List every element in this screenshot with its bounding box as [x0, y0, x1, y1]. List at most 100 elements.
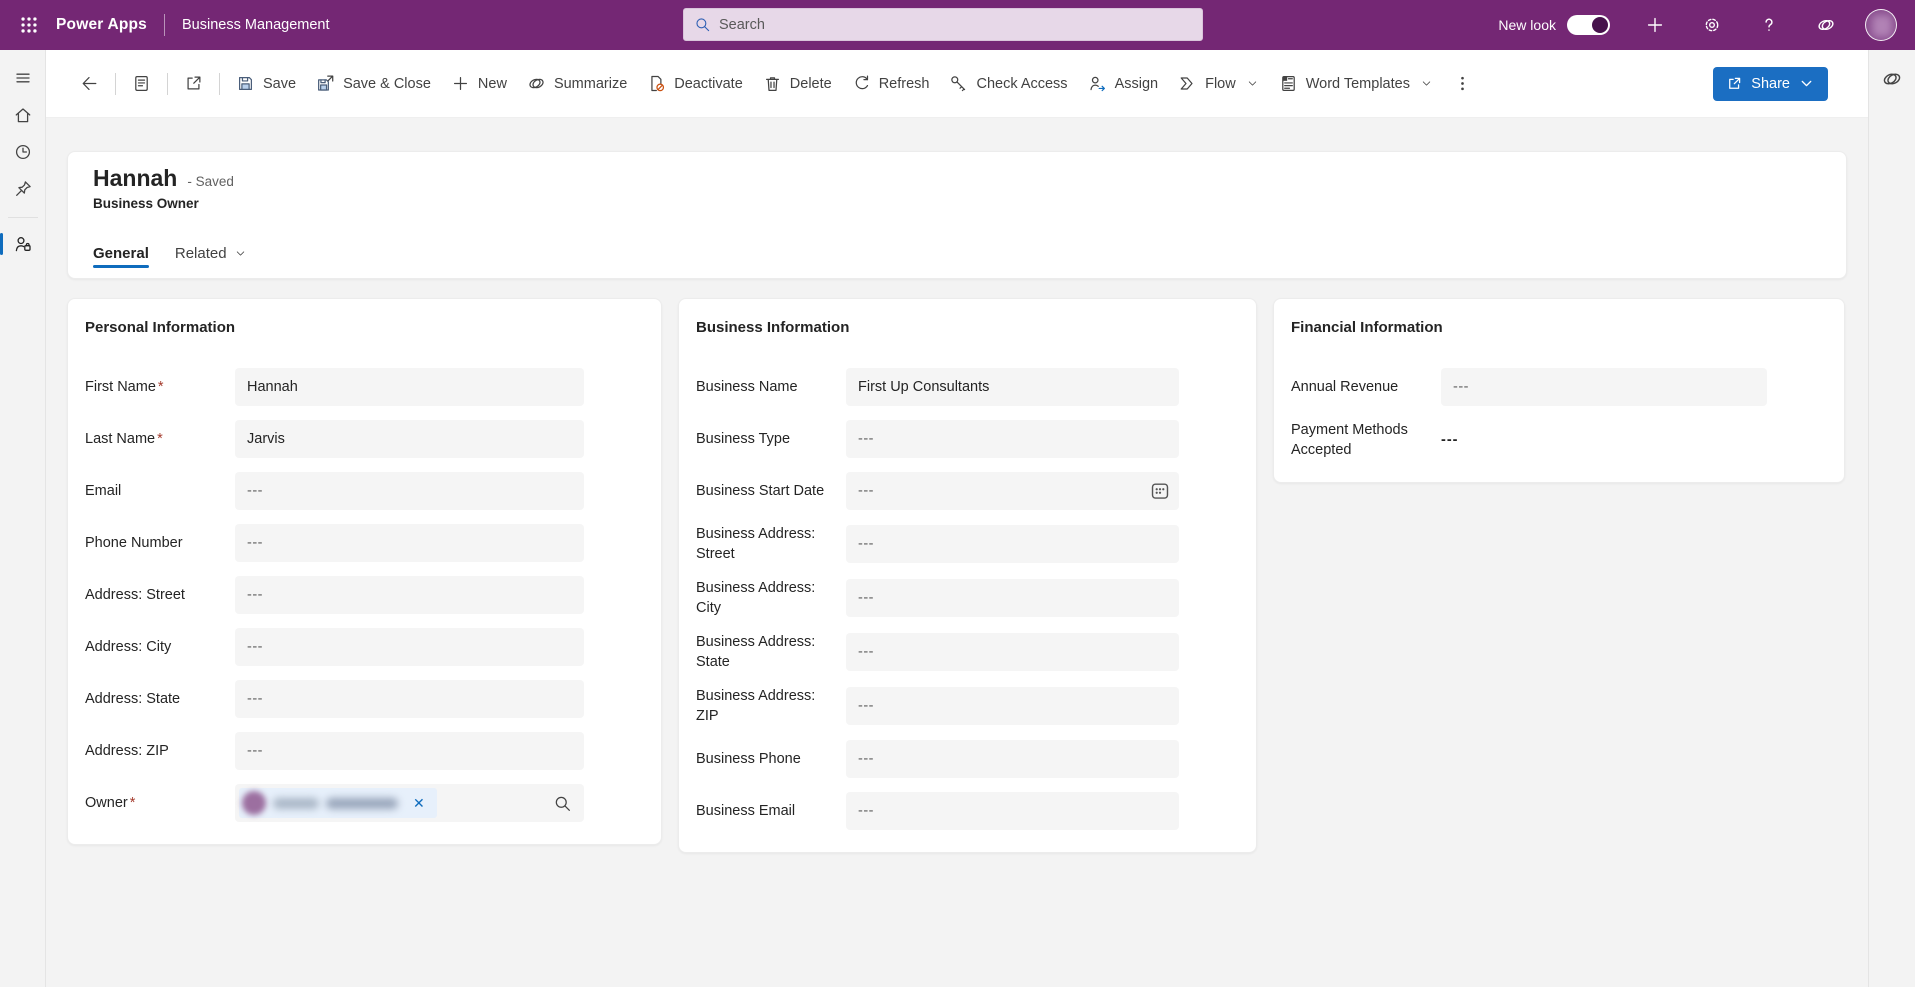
tab-general[interactable]: General — [93, 245, 149, 278]
app-name[interactable]: Power Apps — [56, 16, 147, 34]
refresh-button[interactable]: Refresh — [842, 66, 940, 102]
field-address-street: Address: Street--- — [85, 576, 584, 614]
field-input[interactable]: Jarvis — [235, 420, 584, 458]
field-input[interactable]: --- — [846, 420, 1179, 458]
chevron-down-icon — [1798, 75, 1815, 92]
owner-lookup-input[interactable]: ✕ — [235, 784, 584, 822]
field-input[interactable]: --- — [235, 680, 584, 718]
owner-lookup-pill-redacted[interactable]: ✕ — [239, 788, 437, 818]
create-button[interactable] — [1643, 13, 1667, 37]
copilot-icon — [1881, 68, 1903, 90]
flow-button[interactable]: Flow — [1168, 66, 1269, 102]
global-search[interactable] — [683, 8, 1203, 41]
field-business-phone: Business Phone--- — [696, 740, 1179, 778]
popout-button[interactable] — [174, 66, 213, 102]
form-tabs: General Related — [93, 245, 1821, 278]
sidebar-item-pinned[interactable] — [11, 177, 35, 201]
form-selector-button[interactable] — [122, 66, 161, 102]
owner-lookup-search-icon[interactable] — [553, 794, 572, 813]
card-title: Financial Information — [1291, 319, 1767, 336]
sidebar-item-business-owners-entity[interactable] — [11, 232, 35, 256]
field-input[interactable]: --- — [846, 525, 1179, 563]
back-button[interactable] — [70, 66, 109, 102]
field-value: --- — [858, 590, 874, 606]
assign-button[interactable]: Assign — [1078, 66, 1169, 102]
field-owner: Owner*✕ — [85, 784, 584, 822]
record-entity-type: Business Owner — [93, 196, 1821, 211]
field-input[interactable]: --- — [846, 687, 1179, 725]
environment-name[interactable]: Business Management — [182, 17, 330, 33]
field-input[interactable]: First Up Consultants — [846, 368, 1179, 406]
tab-related[interactable]: Related — [175, 245, 247, 278]
calendar-icon[interactable] — [1149, 480, 1171, 502]
search-input[interactable] — [719, 17, 1192, 33]
field-input[interactable]: --- — [235, 732, 584, 770]
sidebar-item-home[interactable] — [11, 103, 35, 127]
right-panel-rail — [1868, 50, 1915, 987]
sidebar-item-menu-toggle[interactable] — [11, 66, 35, 90]
copilot-button[interactable] — [1814, 13, 1838, 37]
field-input[interactable]: --- — [846, 579, 1179, 617]
summarize-button[interactable]: Summarize — [517, 66, 637, 102]
sidebar-divider — [8, 217, 38, 218]
field-input[interactable]: --- — [235, 524, 584, 562]
field-input[interactable]: Hannah — [235, 368, 584, 406]
settings-button[interactable] — [1700, 13, 1724, 37]
home-icon — [13, 105, 33, 125]
new-button[interactable]: New — [441, 66, 517, 102]
chevron-down-icon — [1246, 77, 1259, 90]
more-commands-button[interactable] — [1443, 66, 1482, 102]
waffle-icon — [18, 14, 40, 36]
field-input[interactable]: --- — [1441, 368, 1767, 406]
field-value: --- — [247, 743, 263, 759]
new-look-toggle[interactable] — [1567, 15, 1610, 35]
command-divider — [167, 73, 168, 95]
field-business-name: Business NameFirst Up Consultants — [696, 368, 1179, 406]
check-access-button[interactable]: Check Access — [939, 66, 1077, 102]
field-input[interactable]: --- — [235, 472, 584, 510]
clock-icon — [13, 142, 33, 162]
back-arrow-icon — [80, 74, 99, 93]
required-marker: * — [130, 795, 136, 811]
field-input[interactable]: --- — [846, 740, 1179, 778]
copilot-panel-button[interactable] — [1880, 67, 1904, 91]
calendar-dots-icon — [1149, 480, 1171, 502]
save-and-close-button[interactable]: Save & Close — [306, 66, 441, 102]
deactivate-icon — [647, 74, 666, 93]
left-navigation-rail — [0, 50, 46, 987]
delete-button[interactable]: Delete — [753, 66, 842, 102]
deactivate-button[interactable]: Deactivate — [637, 66, 753, 102]
field-business-start-date: Business Start Date--- — [696, 472, 1179, 510]
field-input[interactable]: --- — [235, 576, 584, 614]
plus-icon — [451, 74, 470, 93]
field-value: --- — [247, 483, 263, 499]
field-first-name: First Name*Hannah — [85, 368, 584, 406]
remove-owner-button[interactable]: ✕ — [413, 796, 425, 810]
field-input[interactable]: --- — [235, 628, 584, 666]
field-label: Business Address: State — [696, 632, 846, 672]
gear-icon — [1702, 15, 1722, 35]
app-launcher-button[interactable] — [12, 8, 46, 42]
save-button[interactable]: Save — [226, 66, 306, 102]
field-input[interactable]: --- — [846, 633, 1179, 671]
form-sections: Personal InformationFirst Name*HannahLas… — [67, 298, 1847, 853]
field-label: Business Address: City — [696, 578, 846, 618]
popout-icon — [184, 74, 203, 93]
account-avatar[interactable] — [1865, 9, 1897, 41]
plus-icon — [1645, 15, 1665, 35]
share-button[interactable]: Share — [1713, 67, 1828, 101]
help-button[interactable] — [1757, 13, 1781, 37]
assign-icon — [1088, 74, 1107, 93]
field-label: Business Phone — [696, 749, 846, 769]
pin-icon — [13, 179, 33, 199]
field-value: --- — [247, 691, 263, 707]
field-input[interactable]: --- — [846, 792, 1179, 830]
field-value: --- — [858, 644, 874, 660]
more-vert-icon — [1453, 74, 1472, 93]
field-input[interactable]: --- — [846, 472, 1179, 510]
field-value: --- — [1453, 379, 1469, 395]
field-label: Business Email — [696, 801, 846, 821]
sidebar-item-recent[interactable] — [11, 140, 35, 164]
word-templates-button[interactable]: Word Templates — [1269, 66, 1443, 102]
header-divider — [164, 14, 165, 36]
